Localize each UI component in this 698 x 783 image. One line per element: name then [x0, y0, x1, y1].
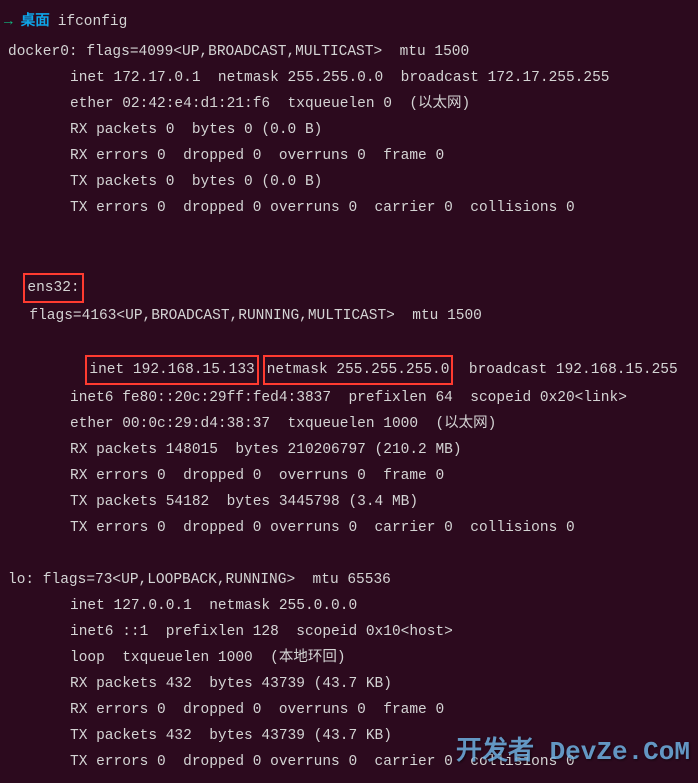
ens32-inet-line: inet 192.168.15.133netmask 255.255.255.0… [70, 329, 678, 385]
lo-rxp: RX packets 432 bytes 43739 (43.7 KB) [70, 671, 392, 697]
command-text: ifconfig [58, 9, 128, 35]
ens32-rxe: RX errors 0 dropped 0 overruns 0 frame 0 [70, 463, 444, 489]
ens32-netmask-highlight: netmask 255.255.255.0 [263, 355, 454, 385]
ens32-header-line: ens32: flags=4163<UP,BROADCAST,RUNNING,M… [8, 247, 694, 329]
docker0-rxp: RX packets 0 bytes 0 (0.0 B) [70, 117, 322, 143]
prompt-line[interactable]: → 桌面 ifconfig [4, 8, 694, 35]
docker0-rxe: RX errors 0 dropped 0 overruns 0 frame 0 [70, 143, 444, 169]
lo-loop: loop txqueuelen 1000 (本地环回) [70, 645, 346, 671]
docker0-ether: ether 02:42:e4:d1:21:f6 txqueuelen 0 (以太… [70, 91, 470, 117]
ens32-flags: flags=4163<UP,BROADCAST,RUNNING,MULTICAS… [29, 308, 481, 324]
ens32-ether: ether 00:0c:29:d4:38:37 txqueuelen 1000 … [70, 411, 496, 437]
docker0-txp: TX packets 0 bytes 0 (0.0 B) [70, 169, 322, 195]
lo-inet: inet 127.0.0.1 netmask 255.0.0.0 [70, 593, 357, 619]
prompt-arrow: → [4, 9, 13, 35]
prompt-dir: 桌面 [21, 8, 50, 34]
docker0-header: docker0: flags=4099<UP,BROADCAST,MULTICA… [8, 39, 694, 65]
ens32-inet-highlight: inet 192.168.15.133 [85, 355, 258, 385]
ens32-rxp: RX packets 148015 bytes 210206797 (210.2… [70, 437, 462, 463]
docker0-inet: inet 172.17.0.1 netmask 255.255.0.0 broa… [70, 65, 610, 91]
ens32-txe: TX errors 0 dropped 0 overruns 0 carrier… [70, 515, 575, 541]
ens32-txp: TX packets 54182 bytes 3445798 (3.4 MB) [70, 489, 418, 515]
lo-rxe: RX errors 0 dropped 0 overruns 0 frame 0 [70, 697, 444, 723]
ens32-broadcast: broadcast 192.168.15.255 [451, 362, 677, 378]
ens32-inet6: inet6 fe80::20c:29ff:fed4:3837 prefixlen… [70, 385, 627, 411]
docker0-txe: TX errors 0 dropped 0 overruns 0 carrier… [70, 195, 575, 221]
lo-txp: TX packets 432 bytes 43739 (43.7 KB) [70, 723, 392, 749]
lo-header: lo: flags=73<UP,LOOPBACK,RUNNING> mtu 65… [8, 567, 694, 593]
lo-inet6: inet6 ::1 prefixlen 128 scopeid 0x10<hos… [70, 619, 453, 645]
ens32-name-highlight: ens32: [23, 273, 83, 303]
watermark: 开发者 DevZe.CoM [456, 739, 690, 765]
